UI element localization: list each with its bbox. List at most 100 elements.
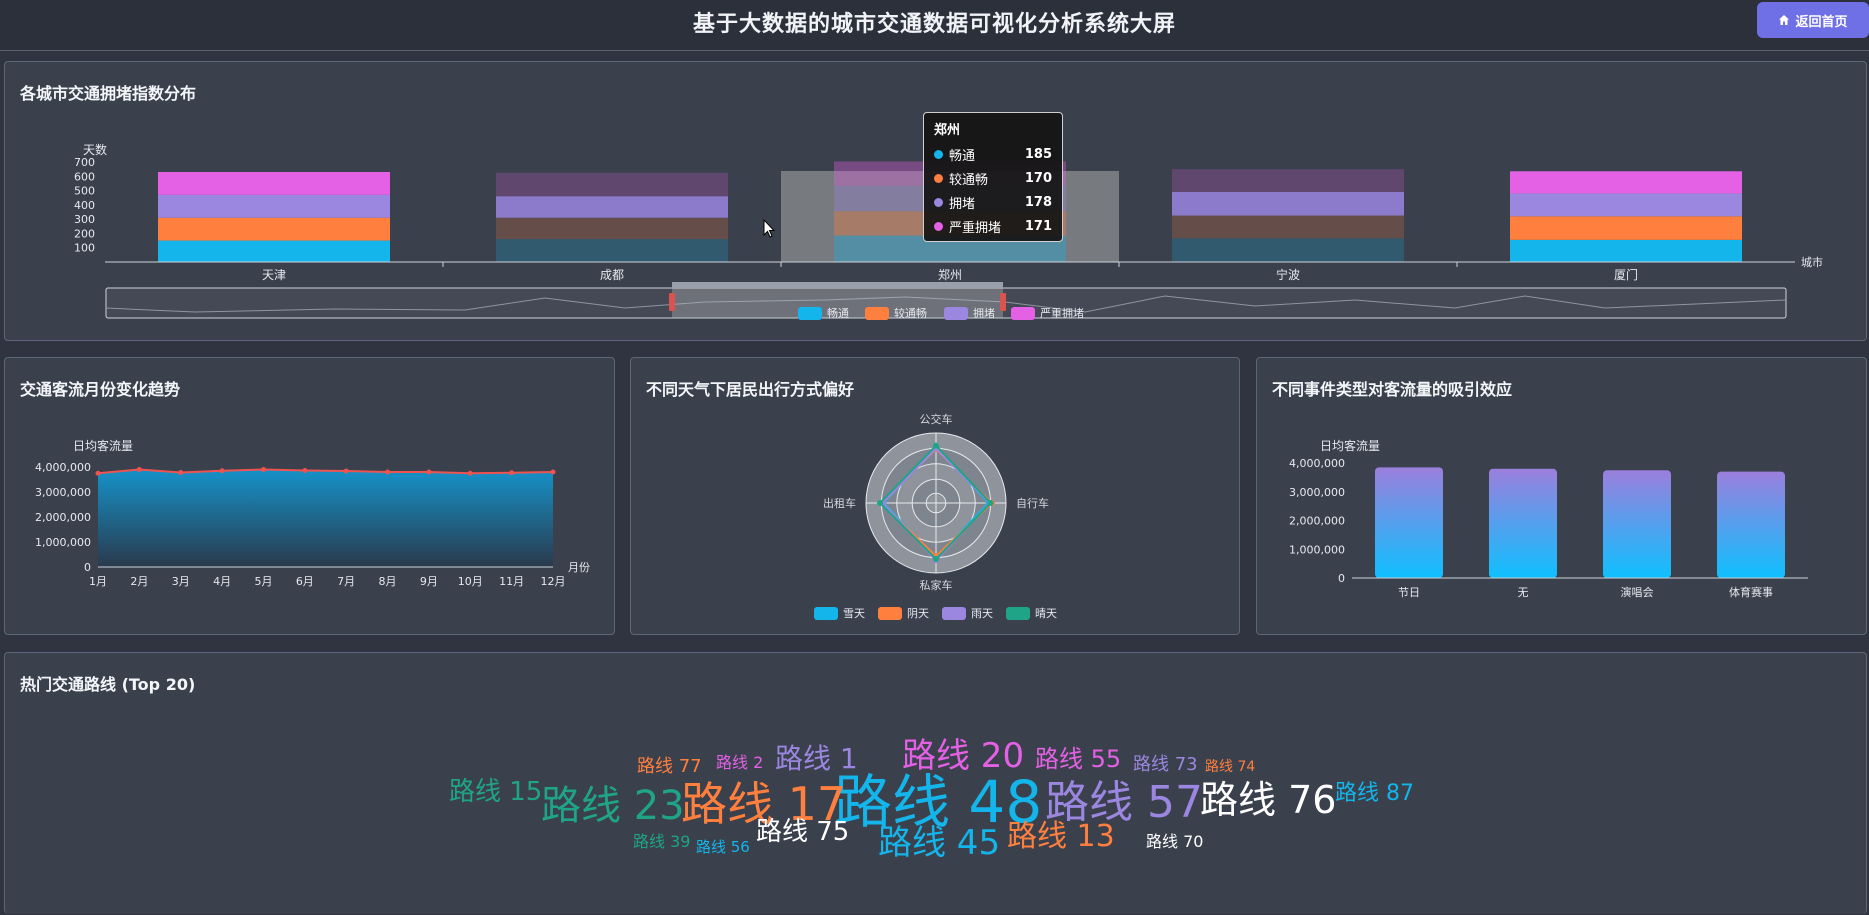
home-icon [1779, 15, 1790, 25]
stacked-bar-segment [1172, 169, 1404, 192]
chart-tooltip: 郑州 畅通 185 较通畅 170 拥堵 178 严重拥堵 171 [923, 112, 1063, 242]
x-tick-label: 12月 [541, 575, 566, 588]
data-point [178, 470, 184, 475]
x-tick-label: 演唱会 [1621, 585, 1654, 599]
y-axis-label: 天数 [83, 142, 107, 157]
x-tick-label: 成都 [600, 268, 624, 282]
route-word: 路线 23 [541, 783, 685, 829]
tooltip-dot [934, 149, 943, 159]
route-word: 路线 73 [1133, 754, 1198, 775]
mouse-cursor-icon [763, 219, 775, 238]
event-bar [1717, 471, 1785, 578]
stacked-bar-segment [1510, 239, 1742, 262]
y-tick-label: 3,000,000 [1289, 486, 1345, 499]
x-tick-label: 2月 [130, 575, 148, 588]
route-word: 路线 75 [756, 817, 850, 847]
y-axis-label: 日均客流量 [73, 438, 133, 453]
data-point [509, 470, 515, 476]
radar-point [877, 500, 883, 506]
y-tick-label: 4,000,000 [35, 461, 91, 474]
stacked-bar-segment [1510, 193, 1742, 217]
legend-swatch [798, 307, 822, 320]
x-axis-label: 城市 [1801, 255, 1823, 269]
event-bar [1375, 467, 1443, 578]
tooltip-row: 畅通 185 [934, 142, 1052, 166]
y-axis-label: 日均客流量 [1320, 438, 1380, 453]
y-tick-label: 3,000,000 [35, 486, 91, 499]
tooltip-row: 较通畅 170 [934, 166, 1052, 190]
legend-swatch [1011, 307, 1035, 320]
events-panel: 不同事件类型对客流量的吸引效应 日均客流量 4,000,000 3,000,000 2… [1256, 357, 1867, 635]
data-point [385, 469, 391, 475]
data-point [343, 468, 349, 474]
route-word: 路线 39 [633, 832, 691, 851]
legend-label: 阴天 [907, 607, 929, 620]
data-point [95, 470, 101, 476]
events-chart: 日均客流量 4,000,000 3,000,000 2,000,000 1,000,00… [1289, 438, 1808, 599]
legend-swatch [942, 607, 966, 620]
y-tick-label: 0 [84, 561, 91, 574]
route-word: 路线 56 [696, 838, 750, 856]
y-tick-label: 600 [74, 170, 95, 183]
route-word: 路线 1 [775, 742, 858, 775]
radar-point [933, 556, 939, 562]
route-word: 路线 77 [637, 756, 702, 777]
legend-label: 较通畅 [894, 306, 927, 320]
route-word: 路线 15 [449, 777, 543, 807]
route-wordcloud: 路线 48 路线 17 路线 57 路线 23 路线 76 路线 20 路线 45 路线 13… [5, 653, 1866, 915]
radar-point [933, 442, 939, 449]
x-tick-label: 5月 [254, 575, 272, 588]
tooltip-title: 郑州 [934, 123, 961, 138]
header-bar: 基于大数据的城市交通数据可视化分析系统大屏 返回首页 [0, 0, 1869, 51]
y-tick-label: 700 [74, 156, 95, 169]
radar-indicator-label: 自行车 [1016, 496, 1049, 510]
route-word: 路线 76 [1200, 778, 1337, 822]
stacked-bar-segment [158, 194, 390, 218]
area-fill [98, 469, 553, 567]
x-tick-label: 9月 [420, 575, 438, 588]
legend-label: 严重拥堵 [1040, 306, 1084, 320]
tooltip-row-name: 拥堵 [949, 196, 976, 212]
route-word: 路线 55 [1035, 745, 1122, 773]
x-tick-label: 无 [1518, 586, 1529, 599]
y-tick-label: 500 [74, 185, 95, 198]
radar-point [987, 500, 994, 506]
route-word: 路线 13 [1007, 819, 1115, 854]
x-tick-label: 8月 [379, 575, 397, 588]
monthly-chart: 日均客流量 4,000,000 3,000,000 2,000,000 1,000,00… [35, 438, 590, 588]
x-axis-label: 月份 [568, 561, 590, 574]
radar-indicator-label: 公交车 [920, 412, 953, 426]
x-tick-label: 10月 [458, 575, 483, 588]
tooltip-row: 拥堵 178 [934, 190, 1052, 214]
route-word: 路线 74 [1205, 759, 1256, 775]
x-tick-label: 郑州 [938, 267, 962, 282]
data-point [260, 467, 266, 472]
radar-indicator-label: 出租车 [823, 496, 856, 510]
weather-panel: 不同天气下居民出行方式偏好 公交车 自行车 私家车 出租车 雪天 阴天 雨天 晴天 [630, 357, 1240, 635]
legend-label: 雪天 [843, 607, 865, 620]
back-home-button[interactable]: 返回首页 [1757, 2, 1869, 38]
tooltip-dot [934, 197, 943, 207]
route-word: 路线 2 [716, 753, 764, 772]
x-tick-label: 3月 [172, 575, 190, 588]
radar-indicator-label: 私家车 [920, 578, 953, 592]
routes-panel: 热门交通路线 (Top 20) 路线 48 路线 17 路线 57 路线 23 路线 7… [4, 652, 1867, 914]
route-word: 路线 70 [1146, 832, 1204, 851]
stacked-bar-segment [158, 217, 390, 241]
data-point [219, 468, 225, 474]
x-tick-label: 体育赛事 [1729, 585, 1773, 599]
y-tick-label: 1,000,000 [1289, 543, 1345, 556]
y-tick-label: 4,000,000 [1289, 457, 1345, 470]
stacked-bar-segment [496, 217, 728, 240]
stacked-bar-segment [1172, 215, 1404, 239]
x-tick-label: 厦门 [1614, 267, 1638, 282]
x-tick-label: 4月 [213, 575, 231, 588]
stacked-bar-segment [496, 196, 728, 218]
legend-swatch [878, 607, 902, 620]
tooltip-dot [934, 221, 943, 231]
y-tick-label: 1,000,000 [35, 536, 91, 549]
tooltip-row-value: 178 [1024, 194, 1052, 210]
data-point [467, 470, 473, 476]
data-point [426, 469, 432, 475]
legend-swatch [944, 307, 968, 320]
